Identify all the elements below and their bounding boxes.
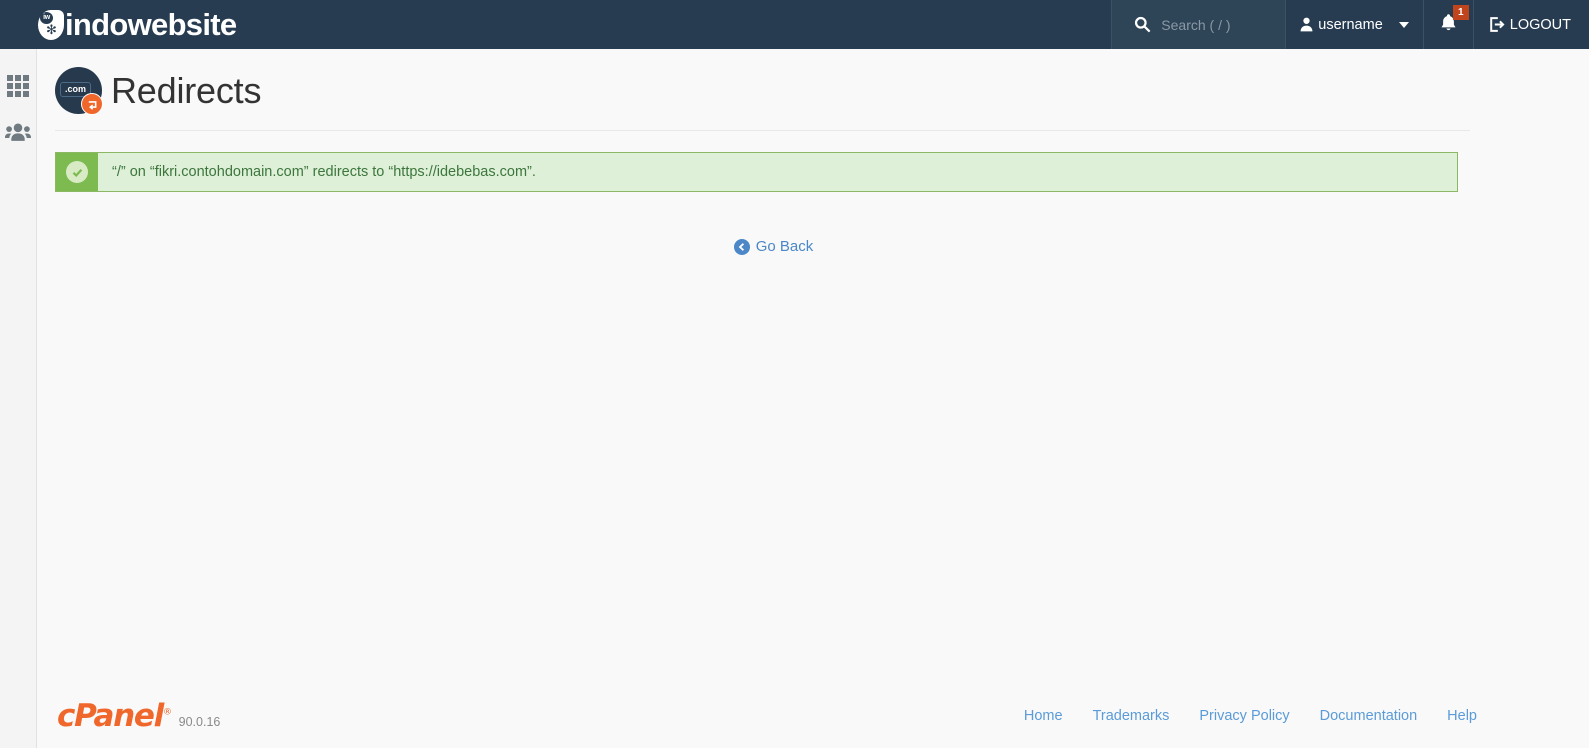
status-alert: “/” on “fikri.contohdomain.com” redirect… — [55, 152, 1458, 192]
footer-link-help[interactable]: Help — [1447, 708, 1477, 724]
arrow-circle-left-icon — [733, 238, 750, 255]
alert-message: “/” on “fikri.contohdomain.com” redirect… — [112, 164, 536, 180]
main-content: .com Redirects “/” on “fikri.contohdomai… — [38, 49, 1589, 748]
users-icon — [5, 122, 31, 147]
logout-button[interactable]: LOGOUT — [1474, 0, 1589, 49]
logout-label: LOGOUT — [1509, 16, 1571, 33]
search-icon — [1134, 16, 1151, 33]
user-menu[interactable]: username — [1286, 0, 1424, 49]
page-title: Redirects — [111, 69, 262, 111]
grid-icon — [7, 75, 29, 97]
redirect-arrow-icon — [81, 93, 103, 115]
user-icon — [1300, 17, 1313, 32]
sign-out-icon — [1488, 16, 1505, 33]
cpanel-trademark: ® — [162, 707, 172, 718]
sidebar-item-user-manager[interactable] — [0, 110, 36, 158]
page-header: .com Redirects — [38, 49, 1589, 115]
footer-link-documentation[interactable]: Documentation — [1320, 708, 1418, 724]
title-divider — [55, 130, 1470, 131]
footer-branding: cPanel® 90.0.16 — [38, 698, 220, 734]
cpanel-version: 90.0.16 — [178, 715, 221, 729]
footer-link-trademarks[interactable]: Trademarks — [1093, 708, 1170, 724]
domain-redirect-icon: .com — [55, 67, 103, 115]
snowflake-glyph: ✻ — [46, 21, 57, 37]
go-back-row: Go Back — [38, 238, 1589, 255]
brand-logo[interactable]: iw ✻ indowebsite — [0, 0, 237, 49]
notification-count-badge: 1 — [1452, 5, 1469, 20]
masthead: iw ✻ indowebsite username — [0, 0, 1589, 49]
sidebar-item-home-apps[interactable] — [0, 62, 36, 110]
alert-icon-column — [56, 153, 98, 191]
search-box[interactable] — [1111, 0, 1343, 49]
check-circle-icon — [66, 161, 88, 183]
footer-link-privacy-policy[interactable]: Privacy Policy — [1199, 708, 1289, 724]
left-sidebar — [0, 49, 37, 748]
leaf-drop-icon: iw ✻ — [38, 9, 64, 40]
cpanel-logo: cPanel® — [57, 698, 172, 734]
footer-link-home[interactable]: Home — [1024, 708, 1063, 724]
chevron-down-icon — [1398, 21, 1409, 28]
cpanel-logo-text: cPanel — [57, 698, 164, 734]
masthead-spacer — [236, 0, 1111, 49]
footer-links: Home Trademarks Privacy Policy Documenta… — [1024, 708, 1589, 724]
go-back-link[interactable]: Go Back — [733, 238, 814, 255]
user-menu-label: username — [1318, 16, 1383, 33]
brand-name: indowebsite — [65, 7, 237, 42]
notifications-button[interactable]: 1 — [1424, 0, 1474, 49]
go-back-label: Go Back — [755, 238, 814, 255]
page-footer: cPanel® 90.0.16 Home Trademarks Privacy … — [38, 684, 1589, 748]
